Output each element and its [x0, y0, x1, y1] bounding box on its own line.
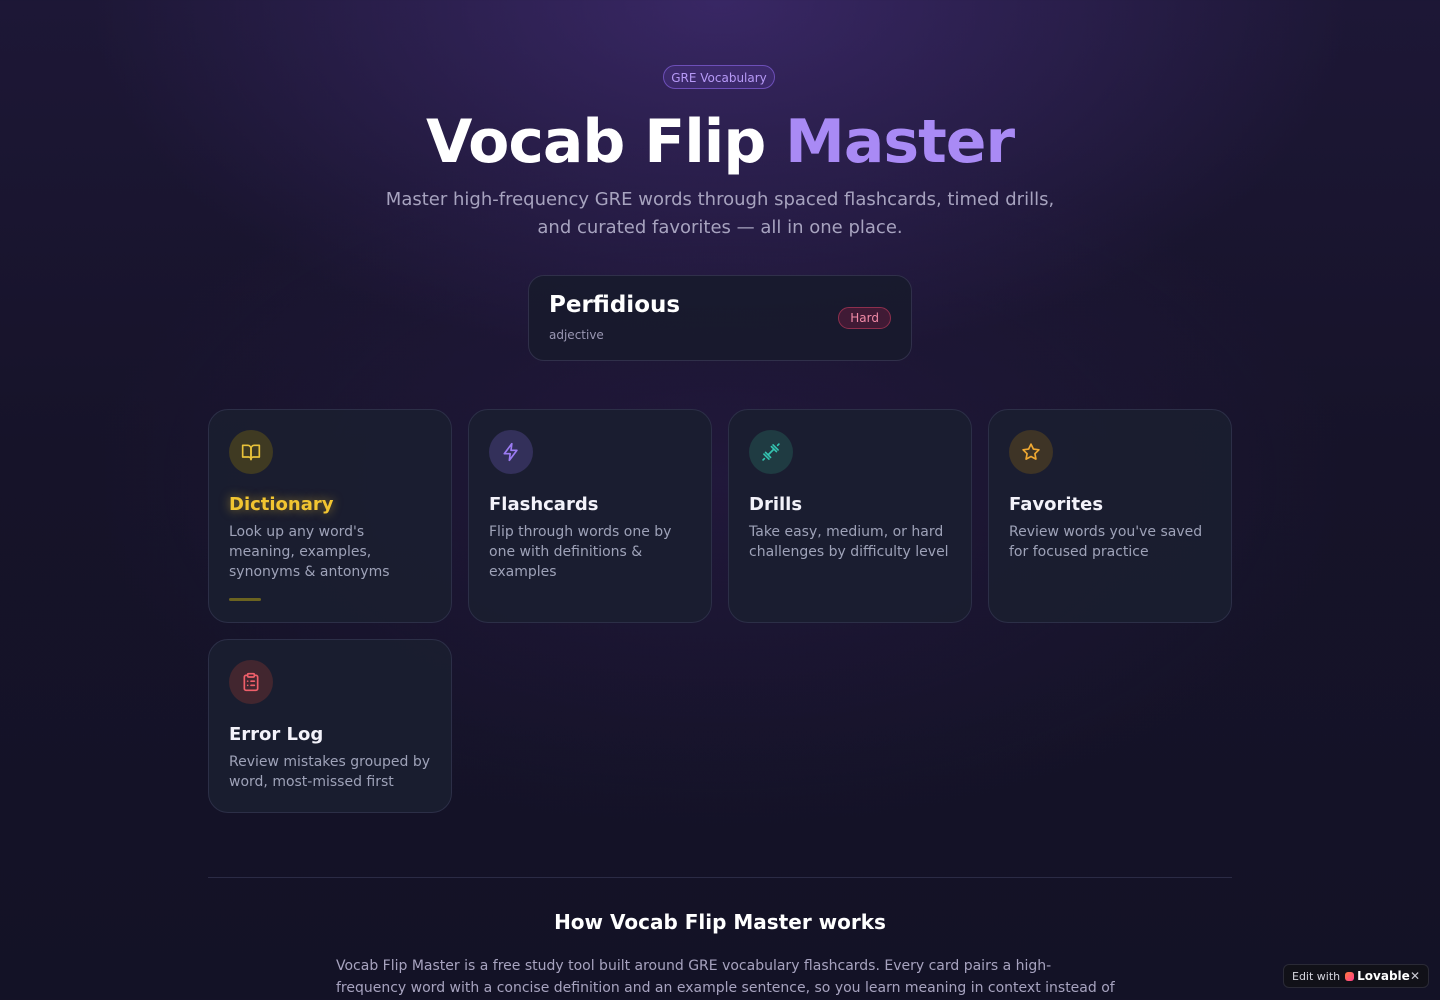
page-subtitle: Master high-frequency GRE words through … — [385, 189, 1055, 238]
part-of-speech: adjective — [549, 328, 604, 342]
feature-card-dictionary[interactable]: Dictionary Look up any word's meaning, e… — [208, 409, 452, 623]
how-it-works-body: Vocab Flip Master is a free study tool b… — [336, 958, 1115, 996]
feature-description: Take easy, medium, or hard challenges by… — [749, 524, 949, 560]
how-it-works-heading: How Vocab Flip Master works — [554, 910, 886, 934]
star-icon — [1009, 430, 1053, 474]
feature-title: Error Log — [229, 724, 324, 745]
feature-card-flashcards[interactable]: Flashcards Flip through words one by one… — [468, 409, 712, 623]
feature-card-favorites[interactable]: Favorites Review words you've saved for … — [988, 409, 1232, 623]
clipboard-list-icon — [229, 660, 273, 704]
feature-description: Review words you've saved for focused pr… — [1009, 524, 1203, 560]
feature-description: Look up any word's meaning, examples, sy… — [229, 524, 390, 580]
landing-page: GRE Vocabulary Vocab Flip Master Master … — [0, 0, 1440, 1000]
dumbbell-icon — [749, 430, 793, 474]
feature-title: Dictionary — [229, 494, 334, 515]
feature-card-error-log[interactable]: Error Log Review mistakes grouped by wor… — [208, 639, 452, 813]
word-of-the-day-card[interactable]: Perfidious adjective Hard — [528, 275, 912, 361]
lovable-heart-icon — [1345, 971, 1355, 981]
page-title-accent: Master — [785, 107, 1015, 177]
category-badge: GRE Vocabulary — [663, 65, 775, 89]
page-title: Vocab Flip Master — [0, 104, 1440, 180]
book-open-icon — [229, 430, 273, 474]
edit-with-label: Edit with — [1292, 969, 1341, 983]
active-indicator — [229, 598, 261, 601]
lightning-icon — [489, 430, 533, 474]
feature-description: Review mistakes grouped by word, most-mi… — [229, 754, 431, 790]
lovable-brand: Lovable — [1357, 969, 1410, 983]
feature-card-drills[interactable]: Drills Take easy, medium, or hard challe… — [728, 409, 972, 623]
difficulty-badge: Hard — [838, 307, 891, 329]
close-icon[interactable]: ✕ — [1410, 969, 1420, 983]
feature-title: Drills — [749, 494, 803, 515]
feature-title: Flashcards — [489, 494, 599, 515]
feature-description: Flip through words one by one with defin… — [489, 524, 672, 580]
feature-title: Favorites — [1009, 494, 1104, 515]
edit-with-lovable-badge[interactable]: Edit with Lovable ✕ — [1283, 964, 1429, 988]
page-title-main: Vocab Flip — [425, 107, 766, 177]
section-divider — [208, 877, 1232, 878]
word-text: Perfidious — [549, 292, 681, 318]
